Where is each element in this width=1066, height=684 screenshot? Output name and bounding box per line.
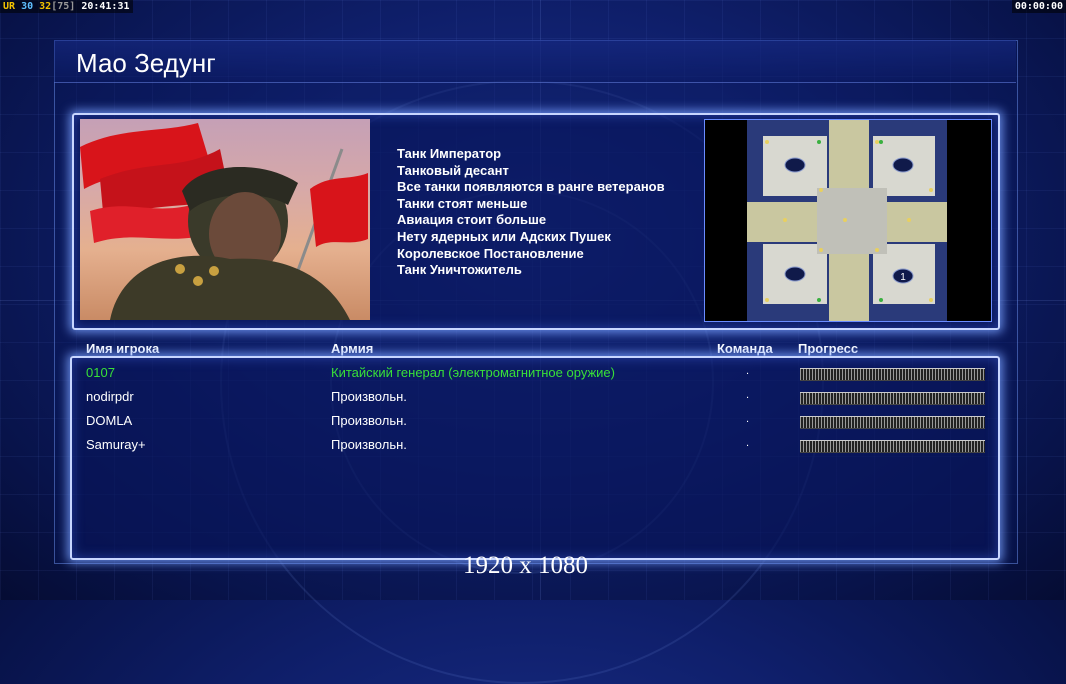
player-team: .: [746, 365, 750, 377]
player-team: .: [746, 413, 750, 425]
start-position-label: 1: [900, 272, 906, 283]
timer-overlay: 00:00:00: [1011, 0, 1066, 13]
general-perks-list: Танк Император Танковый десант Все танки…: [397, 146, 665, 279]
player-row: DOMLA Произвольн. .: [0, 413, 1066, 435]
player-army: Произвольн.: [331, 413, 407, 428]
perk-item: Все танки появляются в ранге ветеранов: [397, 179, 665, 195]
player-name: Samuray+: [86, 437, 146, 452]
perk-item: Королевское Постановление: [397, 245, 584, 261]
player-progress-bar: [800, 392, 985, 405]
column-header-progress: Прогресс: [798, 341, 859, 356]
player-row: nodirpdr Произвольн. .: [0, 389, 1066, 411]
resolution-label: 1920 x 1080: [463, 552, 588, 579]
player-army: Произвольн.: [331, 437, 407, 452]
player-progress-bar: [800, 440, 985, 453]
perk-item: Танк Император: [397, 146, 502, 161]
column-header-player: Имя игрока: [86, 341, 160, 356]
player-team: .: [746, 389, 750, 401]
perk-item: Нету ядерных или Адских Пушек: [397, 228, 611, 244]
osd-ur-label: UR: [3, 1, 16, 12]
fps-overlay: UR 30 32[75] 20:41:31: [0, 0, 133, 13]
general-name-title: Мао Зедунг: [76, 48, 216, 78]
player-progress-bar: [800, 368, 985, 381]
player-name: DOMLA: [86, 413, 133, 428]
osd-clock: 20:41:31: [81, 1, 130, 12]
column-header-army: Армия: [331, 341, 374, 356]
player-name: nodirpdr: [86, 389, 134, 404]
map-preview-drawing: 1: [747, 120, 947, 321]
perk-item: Танк Уничтожитель: [397, 262, 522, 278]
player-progress-bar: [800, 416, 985, 429]
perk-item: Танки стоят меньше: [397, 195, 528, 211]
player-row: Samuray+ Произвольн. .: [0, 437, 1066, 459]
osd-value-3: [75]: [51, 1, 76, 12]
perk-item: Авиация стоит больше: [397, 212, 547, 228]
map-preview: 1: [704, 119, 992, 322]
general-portrait-image: [80, 119, 370, 320]
player-team: .: [746, 437, 750, 449]
player-row: 0107 Китайский генерал (электромагнитное…: [0, 365, 1066, 387]
player-army: Китайский генерал (электромагнитное оруж…: [331, 365, 615, 380]
column-header-team: Команда: [717, 341, 773, 356]
portrait-illustration: [80, 123, 368, 320]
perk-item: Танковый десант: [397, 162, 509, 178]
osd-value-1: 30: [21, 1, 34, 12]
player-name: 0107: [86, 365, 115, 380]
osd-value-2: 32: [39, 1, 52, 12]
start-position-marker: 1: [900, 272, 906, 283]
player-army: Произвольн.: [331, 389, 407, 404]
